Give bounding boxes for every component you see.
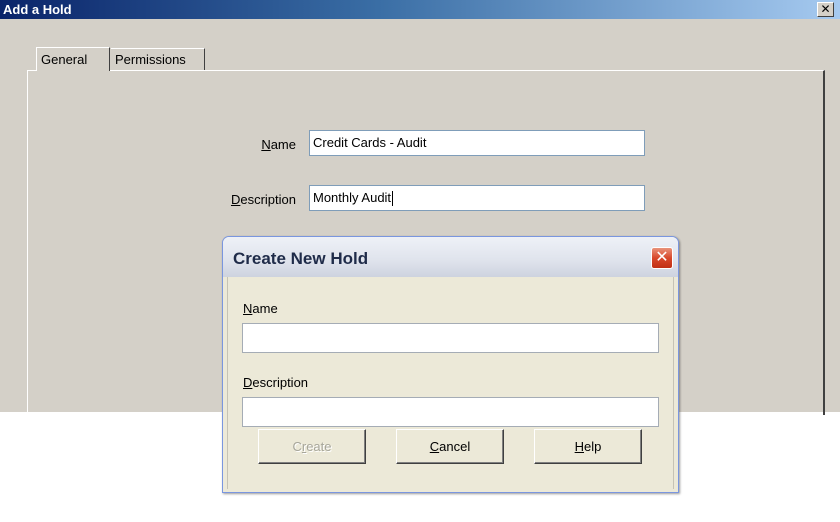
window-close-button[interactable]: ✕: [817, 2, 834, 17]
dialog-title: Create New Hold: [233, 249, 369, 268]
description-field-value: Monthly Audit: [313, 190, 392, 205]
name-field[interactable]: Credit Cards - Audit: [309, 130, 645, 156]
cancel-button[interactable]: Cancel: [396, 429, 504, 464]
cancel-button-label: Cancel: [429, 439, 471, 454]
dialog-name-field[interactable]: [242, 323, 659, 353]
tab-permissions-label: Permissions: [115, 52, 186, 67]
window-title: Add a Hold: [3, 2, 72, 17]
create-button[interactable]: Create: [258, 429, 366, 464]
create-button-label: Create: [292, 439, 332, 454]
description-field[interactable]: Monthly Audit: [309, 185, 645, 211]
dialog-description-label: Description: [243, 375, 309, 390]
tab-general-label: General: [41, 52, 88, 67]
dialog-name-label: Name: [243, 301, 278, 316]
name-label: Name: [261, 137, 296, 152]
tab-general[interactable]: General: [36, 47, 110, 71]
name-field-value: Credit Cards - Audit: [313, 135, 427, 150]
help-button[interactable]: Help: [534, 429, 642, 464]
description-label: Description: [230, 192, 296, 207]
help-button-label: Help: [574, 439, 602, 454]
tab-permissions[interactable]: Permissions: [111, 48, 205, 70]
text-caret: [392, 191, 394, 207]
dialog-description-field[interactable]: [242, 397, 659, 427]
close-icon: ✕: [655, 249, 669, 266]
dialog-title-bar: Create New Hold ✕: [223, 237, 678, 277]
title-bar: Add a Hold ✕: [0, 0, 840, 19]
close-icon: ✕: [820, 2, 831, 16]
dialog-close-button[interactable]: ✕: [651, 247, 673, 269]
